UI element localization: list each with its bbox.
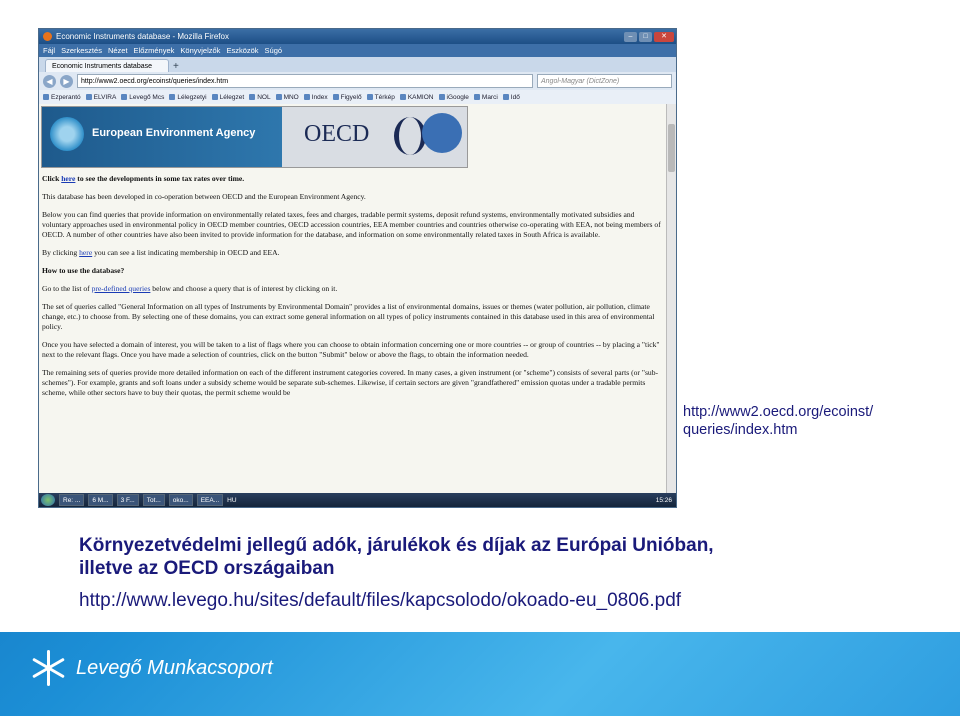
bookmark-item[interactable]: Térkép	[366, 94, 395, 101]
source-link[interactable]: http://www.levego.hu/sites/default/files…	[79, 590, 681, 612]
howto-heading: How to use the database?	[42, 266, 125, 275]
forward-icon[interactable]: ▶	[60, 74, 73, 88]
bookmark-item[interactable]: ELVIRA	[85, 94, 116, 101]
tax-rates-paragraph: Click here to see the developments in so…	[42, 174, 245, 183]
menu-history[interactable]: Előzmények	[134, 46, 175, 55]
taskbar-item[interactable]: Tot...	[142, 494, 165, 506]
back-icon[interactable]: ◀	[43, 74, 56, 88]
headline-line2: illetve az OECD országaiban	[79, 558, 335, 579]
new-tab-button[interactable]: +	[173, 61, 179, 72]
bookmark-item[interactable]: Figyelő	[332, 94, 362, 101]
bookmark-item[interactable]: Lélegzet	[211, 94, 244, 101]
bookmark-item[interactable]: Marci	[473, 94, 498, 101]
general-info-paragraph: The set of queries called "General Infor…	[42, 302, 655, 331]
window-title: Economic Instruments database - Mozilla …	[56, 32, 229, 41]
scrollbar-thumb[interactable]	[668, 124, 675, 172]
taskbar-item[interactable]: Re: ...	[59, 494, 85, 506]
predefined-paragraph: Go to the list of pre-defined queries be…	[42, 284, 338, 293]
bookmark-item[interactable]: Idő	[502, 94, 520, 101]
slide-headline: Környezetvédelmi jellegű adók, járulékok…	[79, 534, 939, 580]
address-bar[interactable]: http://www2.oecd.org/ecoinst/queries/ind…	[77, 74, 533, 88]
bookmark-item[interactable]: NOL	[249, 94, 271, 101]
tax-rates-link[interactable]: here	[61, 174, 75, 183]
predefined-queries-link[interactable]: pre-defined queries	[92, 284, 151, 293]
eea-name: European Environment Agency	[92, 127, 256, 139]
bookmark-item[interactable]: KAMION	[399, 94, 434, 101]
oecd-wordmark: OECD	[304, 121, 370, 147]
menu-help[interactable]: Súgó	[265, 46, 283, 55]
start-button[interactable]	[41, 494, 55, 506]
clock: 15:26	[655, 496, 672, 504]
bookmark-item[interactable]: Lélegzetyi	[169, 94, 207, 101]
star-icon	[28, 648, 68, 688]
menu-edit[interactable]: Szerkesztés	[61, 46, 102, 55]
tab-strip: Economic Instruments database +	[39, 57, 676, 72]
language-indicator[interactable]: HU	[227, 497, 236, 504]
menu-view[interactable]: Nézet	[108, 46, 128, 55]
taskbar-item[interactable]: 3 F...	[116, 494, 139, 506]
page-content: European Environment Agency OECD Click h…	[39, 104, 676, 493]
queries-paragraph: Below you can find queries that provide …	[42, 210, 661, 239]
bookmark-item[interactable]: MNO	[275, 94, 299, 101]
taskbar-item[interactable]: 6 M...	[88, 494, 113, 506]
logo-text: Levegő Munkacsoport	[76, 656, 273, 679]
header-banner: European Environment Agency OECD	[41, 106, 468, 168]
bookmark-item[interactable]: Levegő Mcs	[121, 94, 164, 101]
domain-paragraph: Once you have selected a domain of inter…	[42, 340, 660, 359]
tab-economic-instruments[interactable]: Economic Instruments database	[45, 59, 169, 72]
bookmark-item[interactable]: Index	[303, 94, 328, 101]
taskbar-item[interactable]: oko...	[168, 494, 193, 506]
window-titlebar: Economic Instruments database - Mozilla …	[39, 29, 676, 44]
taskbar-item[interactable]: EEA...	[196, 494, 224, 506]
intro-paragraph: This database has been developed in co-o…	[42, 192, 366, 201]
headline-line1: Környezetvédelmi jellegű adók, járulékok…	[79, 535, 714, 556]
bookmark-item[interactable]: iGoogle	[438, 94, 469, 101]
close-button[interactable]: ✕	[654, 31, 674, 42]
levego-logo: Levegő Munkacsoport	[28, 648, 273, 688]
firefox-icon	[43, 32, 52, 41]
navigation-bar: ◀ ▶ http://www2.oecd.org/ecoinst/queries…	[39, 72, 676, 90]
membership-paragraph: By clicking here you can see a list indi…	[42, 248, 280, 257]
bookmarks-toolbar: Ezperantó ELVIRA Levegő Mcs Lélegzetyi L…	[39, 90, 676, 105]
minimize-button[interactable]: –	[624, 31, 637, 42]
url-caption-line1: http://www2.oecd.org/ecoinst/	[683, 404, 874, 420]
remaining-paragraph: The remaining sets of queries provide mo…	[42, 368, 659, 397]
menu-tools[interactable]: Eszközök	[226, 46, 258, 55]
menu-bookmarks[interactable]: Könyvjelzők	[180, 46, 220, 55]
oecd-logo-icon	[394, 117, 426, 155]
oecd-circle-icon	[422, 113, 462, 153]
url-caption[interactable]: http://www2.oecd.org/ecoinst/ queries/in…	[683, 403, 873, 439]
document-text: Click here to see the developments in so…	[42, 174, 662, 406]
windows-taskbar: Re: ... 6 M... 3 F... Tot... oko... EEA.…	[39, 493, 676, 507]
maximize-button[interactable]: □	[639, 31, 652, 42]
membership-link[interactable]: here	[79, 248, 92, 257]
bookmark-item[interactable]: Ezperantó	[43, 94, 81, 101]
browser-screenshot: Economic Instruments database - Mozilla …	[38, 28, 677, 508]
eea-logo-block: European Environment Agency	[42, 107, 282, 167]
menu-bar: Fájl Szerkesztés Nézet Előzmények Könyvj…	[39, 44, 676, 57]
vertical-scrollbar[interactable]	[666, 104, 676, 493]
eea-emblem-icon	[50, 117, 84, 151]
search-input[interactable]: Angol-Magyar (DictZone)	[537, 74, 672, 88]
url-caption-line2: queries/index.htm	[683, 422, 798, 438]
menu-file[interactable]: Fájl	[43, 46, 55, 55]
